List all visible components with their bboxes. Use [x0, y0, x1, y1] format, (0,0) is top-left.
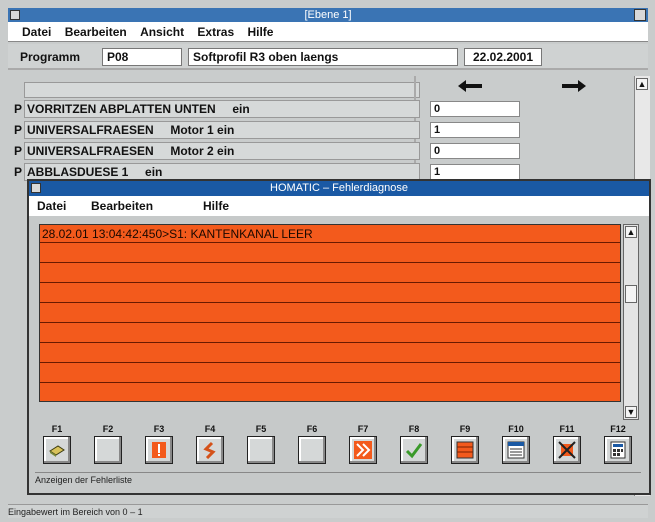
f10-key[interactable] — [502, 436, 530, 464]
f7-button[interactable]: F7 — [345, 424, 393, 468]
f6-button[interactable]: F6 — [294, 424, 342, 468]
f4-key[interactable] — [196, 436, 224, 464]
f5-key[interactable] — [247, 436, 275, 464]
arrow-right-icon[interactable] — [562, 80, 586, 92]
fkey-label: F10 — [508, 424, 524, 434]
param-label: UNIVERSALFRAESEN Motor 2 ein — [24, 142, 420, 160]
error-row-divider — [40, 322, 620, 323]
dialog-menu-hilfe[interactable]: Hilfe — [203, 196, 229, 216]
error-row-divider — [40, 302, 620, 303]
fkey-label: F11 — [559, 424, 575, 434]
error-row-divider — [40, 262, 620, 263]
arrow-left-icon[interactable] — [458, 80, 482, 92]
dialog-titlebar: HOMATIC – Fehlerdiagnose — [29, 181, 649, 196]
param-value-field[interactable]: 0 — [430, 143, 520, 159]
program-header: Programm P08 Softprofil R3 oben laengs 2… — [8, 44, 648, 70]
f2-button[interactable]: F2 — [90, 424, 138, 468]
main-status-bar: Eingabewert im Bereich von 0 – 1 — [8, 504, 648, 518]
fkey-label: F1 — [51, 424, 63, 434]
fkey-label: F6 — [306, 424, 318, 434]
double-chevron-right-icon — [354, 441, 372, 459]
param-flag: P — [14, 123, 23, 137]
menu-ansicht[interactable]: Ansicht — [140, 22, 184, 42]
function-key-bar: F1 F2 F3 F4 F5 F6 F7 F8 F9 F10 F11 F12 — [35, 424, 641, 468]
grid-icon — [456, 441, 474, 459]
f6-key[interactable] — [298, 436, 326, 464]
f11-button[interactable]: F11 — [549, 424, 597, 468]
program-name-field[interactable]: Softprofil R3 oben laengs — [188, 48, 458, 66]
window-title: [Ebene 1] — [304, 9, 352, 21]
f9-button[interactable]: F9 — [447, 424, 495, 468]
menu-bearbeiten[interactable]: Bearbeiten — [65, 22, 127, 42]
f12-key[interactable] — [604, 436, 632, 464]
f11-key[interactable] — [553, 436, 581, 464]
fkey-label: F5 — [255, 424, 267, 434]
checkmark-icon — [405, 443, 423, 459]
error-list[interactable]: 28.02.01 13:04:42:450>S1: KANTENKANAL LE… — [39, 224, 621, 402]
f7-key[interactable] — [349, 436, 377, 464]
fkey-label: F12 — [610, 424, 626, 434]
dialog-title: HOMATIC – Fehlerdiagnose — [270, 182, 408, 194]
error-row-divider — [40, 242, 620, 243]
error-list-scrollbar[interactable]: ▲ ▼ — [623, 224, 639, 420]
f9-key[interactable] — [451, 436, 479, 464]
dialog-menu-bar: Datei Bearbeiten Hilfe — [29, 196, 649, 216]
book-icon — [49, 445, 65, 457]
window-titlebar: [Ebene 1] — [8, 8, 648, 22]
f3-key[interactable] — [145, 436, 173, 464]
param-flag: P — [14, 144, 23, 158]
program-date-field: 22.02.2001 — [464, 48, 542, 66]
param-value-field[interactable]: 1 — [430, 164, 520, 180]
f8-button[interactable]: F8 — [396, 424, 444, 468]
param-label: VORRITZEN ABPLATTEN UNTEN ein — [24, 100, 420, 118]
zigzag-icon — [203, 441, 216, 459]
f1-button[interactable]: F1 — [39, 424, 87, 468]
param-header-row — [24, 82, 420, 98]
param-label: UNIVERSALFRAESEN Motor 1 ein — [24, 121, 420, 139]
f12-button[interactable]: F12 — [600, 424, 648, 468]
dialog-menu-datei[interactable]: Datei — [37, 196, 66, 216]
dialog-menu-bearbeiten[interactable]: Bearbeiten — [91, 196, 153, 216]
param-flag: P — [14, 165, 23, 179]
fkey-label: F7 — [357, 424, 369, 434]
window-list-icon — [507, 441, 525, 459]
menu-bar: Datei Bearbeiten Ansicht Extras Hilfe — [8, 22, 648, 42]
param-value-field[interactable]: 1 — [430, 122, 520, 138]
scroll-up-icon[interactable]: ▲ — [636, 78, 648, 90]
param-value-field[interactable]: 0 — [430, 101, 520, 117]
f10-button[interactable]: F10 — [498, 424, 546, 468]
cancel-icon — [558, 441, 576, 459]
f2-key[interactable] — [94, 436, 122, 464]
fkey-label: F3 — [153, 424, 165, 434]
scroll-up-icon[interactable]: ▲ — [625, 226, 637, 238]
program-label: Programm — [20, 50, 81, 64]
main-bottom-strip — [30, 495, 630, 503]
exclamation-icon — [152, 442, 166, 458]
menu-extras[interactable]: Extras — [197, 22, 234, 42]
param-flag: P — [14, 102, 23, 116]
menu-hilfe[interactable]: Hilfe — [247, 22, 273, 42]
f3-button[interactable]: F3 — [141, 424, 189, 468]
error-row-divider — [40, 362, 620, 363]
maximize-icon[interactable] — [634, 9, 646, 21]
f8-key[interactable] — [400, 436, 428, 464]
fkey-label: F4 — [204, 424, 216, 434]
scroll-down-icon[interactable]: ▼ — [625, 406, 637, 418]
error-diagnosis-dialog: HOMATIC – Fehlerdiagnose Datei Bearbeite… — [27, 179, 651, 495]
calculator-icon — [610, 441, 626, 459]
fkey-label: F2 — [102, 424, 114, 434]
fkey-label: F9 — [459, 424, 471, 434]
f4-button[interactable]: F4 — [192, 424, 240, 468]
error-entry[interactable]: 28.02.01 13:04:42:450>S1: KANTENKANAL LE… — [42, 226, 313, 242]
scroll-thumb[interactable] — [625, 285, 637, 303]
error-row-divider — [40, 382, 620, 383]
program-id-field[interactable]: P08 — [102, 48, 182, 66]
f1-key[interactable] — [43, 436, 71, 464]
error-row-divider — [40, 342, 620, 343]
error-row-divider — [40, 282, 620, 283]
menu-datei[interactable]: Datei — [22, 22, 51, 42]
fkey-label: F8 — [408, 424, 420, 434]
f5-button[interactable]: F5 — [243, 424, 291, 468]
dialog-status-bar: Anzeigen der Fehlerliste — [35, 472, 641, 486]
